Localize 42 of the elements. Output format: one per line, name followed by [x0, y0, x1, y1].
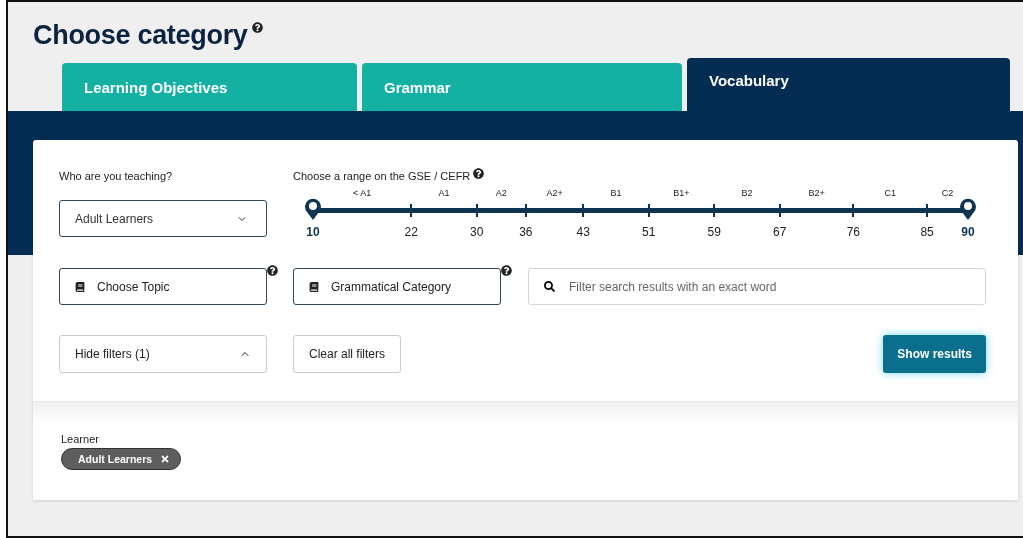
audience-dropdown[interactable]: Adult Learners — [59, 200, 267, 237]
scale-number: 10 — [306, 225, 320, 239]
scale-number: 76 — [846, 225, 861, 239]
level-label: A2+ — [546, 188, 563, 198]
search-icon — [544, 281, 555, 292]
close-icon[interactable] — [160, 454, 171, 464]
scale-number: 36 — [519, 225, 533, 239]
level-label: A1 — [438, 188, 450, 198]
level-label: B2+ — [808, 188, 825, 198]
field-label: Who are you teaching? — [59, 170, 174, 184]
slider-handle[interactable] — [959, 197, 977, 221]
help-icon[interactable] — [473, 168, 485, 179]
level-label: B1 — [610, 188, 622, 198]
topic-button[interactable]: Choose Topic — [59, 268, 267, 305]
scale-number: 90 — [961, 225, 975, 239]
book-icon — [75, 281, 85, 292]
scale-number: 43 — [576, 225, 590, 239]
level-label: B1+ — [673, 188, 690, 198]
scale-number: 85 — [920, 225, 934, 239]
level-label: A2 — [495, 188, 507, 198]
filter-chip[interactable]: Adult Learners — [61, 448, 182, 470]
help-icon[interactable] — [251, 22, 263, 33]
scale-number: 22 — [404, 225, 418, 239]
slider-handle[interactable] — [304, 197, 322, 221]
level-label: < A1 — [353, 188, 372, 198]
clear-filters-button[interactable]: Clear all filters — [293, 335, 402, 373]
filter-group-label: Learner — [61, 433, 100, 445]
level-label: C1 — [884, 188, 896, 198]
category-tab[interactable]: Vocabulary — [687, 58, 1010, 111]
page-title: Choose category — [33, 20, 248, 51]
level-label: C2 — [941, 188, 954, 198]
scale-number: 67 — [773, 225, 787, 239]
level-label: B2 — [741, 188, 753, 198]
hide-filters-button[interactable]: Hide filters (1) — [59, 335, 267, 373]
scale-number: 59 — [707, 225, 721, 239]
show-results-button[interactable]: Show results — [883, 335, 986, 373]
scale-number: 30 — [470, 225, 484, 239]
search-field[interactable]: Filter search results with an exact word — [528, 268, 986, 305]
field-label: Choose a range on the GSE / CEFR — [293, 170, 471, 182]
book-icon — [309, 281, 319, 292]
scale-number: 51 — [642, 225, 656, 239]
grammar-category-button[interactable]: Grammatical Category — [293, 268, 501, 305]
